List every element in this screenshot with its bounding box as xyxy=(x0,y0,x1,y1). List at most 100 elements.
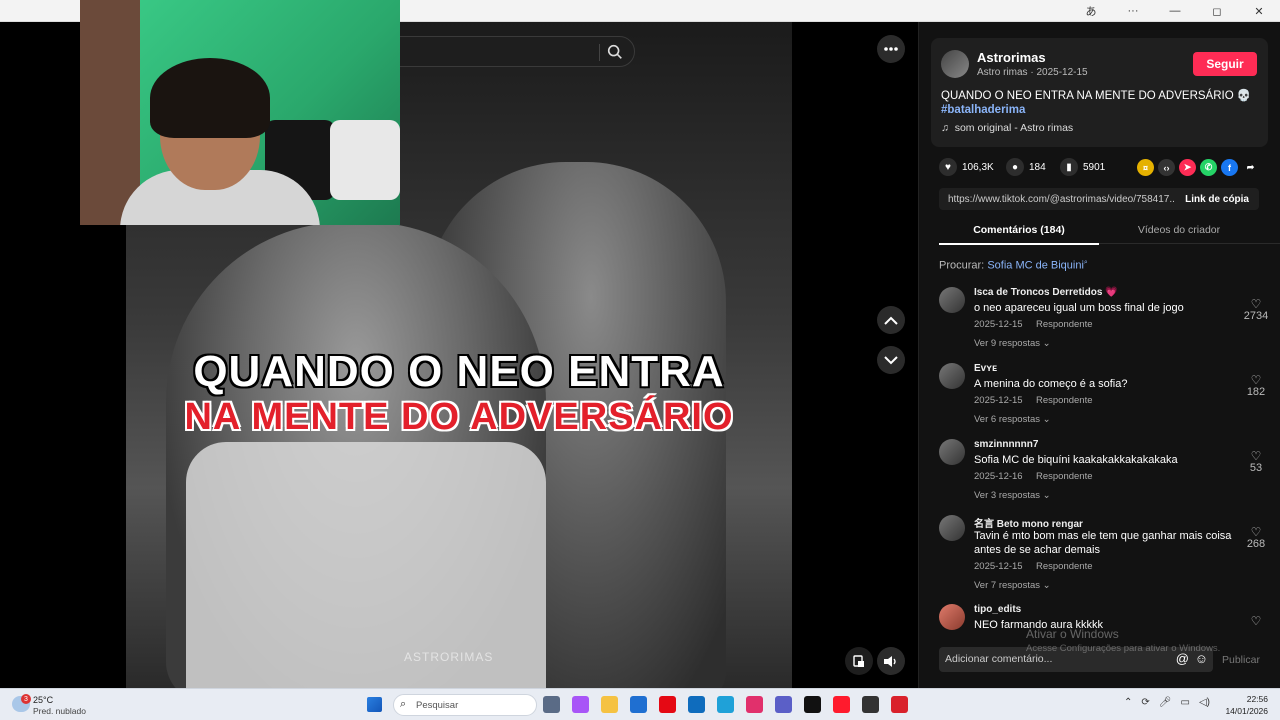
save-stat[interactable]: ▮ 5901 xyxy=(1060,158,1105,176)
screen: あ ··· — ◻ ✕ QUANDO O NEO ENTRA NA MENTE … xyxy=(0,0,1280,720)
facebook-icon[interactable]: f xyxy=(1221,159,1238,176)
minimize-button[interactable]: — xyxy=(1154,0,1196,22)
view-replies-button[interactable]: Ver 7 respostas ⌄ xyxy=(974,580,1051,591)
copy-link-button[interactable]: Link de cópia xyxy=(1185,194,1249,205)
view-replies-button[interactable]: Ver 9 respostas ⌄ xyxy=(974,338,1051,349)
save-count: 5901 xyxy=(1083,161,1106,173)
comment-like-count: 268 xyxy=(1246,538,1266,550)
comment-avatar[interactable] xyxy=(939,604,965,630)
clock[interactable]: 22:56 14/01/2026 xyxy=(1225,693,1268,717)
tab-creator-videos[interactable]: Vídeos do criador xyxy=(1099,224,1259,236)
tray-sync-icon[interactable]: ⟳ xyxy=(1141,697,1149,708)
next-video-button[interactable] xyxy=(877,346,905,374)
opera-icon[interactable] xyxy=(833,696,850,713)
video-caption-line2: NA MENTE DO ADVERSÁRIO xyxy=(184,396,734,438)
follow-button[interactable]: Seguir xyxy=(1193,52,1257,76)
tiktok-icon[interactable] xyxy=(804,696,821,713)
outlook-icon[interactable] xyxy=(688,696,705,713)
taskbar-search-placeholder: Pesquisar xyxy=(416,700,459,711)
search-divider xyxy=(599,44,600,61)
clock-time: 22:56 xyxy=(1246,694,1268,704)
comment-user[interactable]: Isca de Troncos Derretidos 💗 xyxy=(974,287,1118,298)
like-stat[interactable]: ♥ 106,3K xyxy=(939,158,994,176)
comment-like[interactable]: ♡ 268 xyxy=(1243,526,1269,550)
comment-like[interactable]: ♡ 53 xyxy=(1243,450,1269,474)
author-name[interactable]: Astrorimas xyxy=(977,50,1046,65)
comment-like[interactable]: ♡ 2734 xyxy=(1243,298,1269,322)
hashtag-link[interactable]: #batalhaderima xyxy=(941,104,1025,116)
stats-row: ♥ 106,3K ● 184 ▮ 5901 ¤ ‹› ➤ ✆ f ➦ xyxy=(939,158,1269,178)
suggestion-term[interactable]: Sofia MC de Biquini xyxy=(987,260,1084,272)
store-icon[interactable] xyxy=(630,696,647,713)
comment-input-placeholder: Adicionar comentário... xyxy=(945,653,1053,665)
reply-button[interactable]: Respondente xyxy=(1036,319,1093,330)
display-icon[interactable]: ▭ xyxy=(1180,697,1189,708)
previous-video-button[interactable] xyxy=(877,306,905,334)
coin-icon[interactable]: ¤ xyxy=(1137,159,1154,176)
comment-avatar[interactable] xyxy=(939,287,965,313)
comment-avatar[interactable] xyxy=(939,363,965,389)
more-options-button[interactable] xyxy=(877,35,905,63)
activation-watermark-text: Acesse Configurações para ativar o Windo… xyxy=(1026,643,1221,654)
teams-icon[interactable] xyxy=(775,696,792,713)
picture-in-picture-button[interactable] xyxy=(845,647,873,675)
video-description: QUANDO O NEO ENTRA NA MENTE DO ADVERSÁRI… xyxy=(941,89,1261,117)
comment-list: Isca de Troncos Derretidos 💗 o neo apare… xyxy=(939,284,1269,630)
comment-like[interactable]: ♡ xyxy=(1243,615,1269,627)
task-view-icon[interactable] xyxy=(543,696,560,713)
microphone-icon[interactable]: 🎤︎ xyxy=(1159,697,1172,708)
comment-user[interactable]: smzinnnnnn7 xyxy=(974,439,1038,450)
embed-icon[interactable]: ‹› xyxy=(1158,159,1175,176)
volume-button[interactable] xyxy=(877,647,905,675)
tray-chevron-icon[interactable]: ⌃ xyxy=(1124,697,1132,708)
tab-comments[interactable]: Comentários (184) xyxy=(939,224,1099,245)
search-suggestion[interactable]: Procurar: Sofia MC de Biquini⌕ xyxy=(939,259,1088,272)
video-url[interactable]: https://www.tiktok.com/@astrorimas/video… xyxy=(948,194,1174,205)
comment-date: 2025-12-15 xyxy=(974,561,1023,572)
file-explorer-icon[interactable] xyxy=(601,696,618,713)
music-row[interactable]: ♫ som original - Astro rimas xyxy=(941,122,1073,134)
more-options-icon[interactable]: ··· xyxy=(1112,0,1154,22)
comment-text: Tavin é mto bom mas ele tem que ganhar m… xyxy=(974,530,1232,556)
translate-icon[interactable]: あ xyxy=(1070,0,1112,22)
author-avatar[interactable] xyxy=(941,50,969,78)
copilot-icon[interactable] xyxy=(572,696,589,713)
comment-avatar[interactable] xyxy=(939,515,965,541)
reply-button[interactable]: Respondente xyxy=(1036,471,1093,482)
publish-button[interactable]: Publicar xyxy=(1222,654,1260,666)
description-text: QUANDO O NEO ENTRA NA MENTE DO ADVERSÁRI… xyxy=(941,90,1252,102)
heart-outline-icon: ♡ xyxy=(1250,373,1262,387)
reply-button[interactable]: Respondente xyxy=(1036,395,1093,406)
comment-user[interactable]: Evʏᴇ xyxy=(974,363,997,374)
maximize-button[interactable]: ◻ xyxy=(1196,0,1238,22)
instagram-icon[interactable] xyxy=(746,696,763,713)
webcam-wall xyxy=(80,0,140,225)
share-icons: ¤ ‹› ➤ ✆ f ➦ xyxy=(1137,159,1259,176)
comment-avatar[interactable] xyxy=(939,439,965,465)
volume-icon[interactable]: ◁) xyxy=(1199,697,1210,708)
view-replies-button[interactable]: Ver 3 respostas ⌄ xyxy=(974,490,1051,501)
recorder-icon[interactable] xyxy=(891,696,908,713)
search-icon[interactable] xyxy=(606,43,624,61)
comment-user[interactable]: tipo_edits xyxy=(974,604,1021,615)
window-controls: あ ··· — ◻ ✕ xyxy=(1070,0,1280,22)
heart-icon: ♥ xyxy=(939,158,957,176)
reply-button[interactable]: Respondente xyxy=(1036,561,1093,572)
send-icon[interactable]: ➤ xyxy=(1179,159,1196,176)
app-icon[interactable] xyxy=(862,696,879,713)
comment-like-count: 53 xyxy=(1249,462,1263,474)
windows-start-icon[interactable] xyxy=(367,697,382,712)
close-button[interactable]: ✕ xyxy=(1238,0,1280,22)
netflix-icon[interactable] xyxy=(659,696,676,713)
comment-stat[interactable]: ● 184 xyxy=(1006,158,1046,176)
view-replies-button[interactable]: Ver 6 respostas ⌄ xyxy=(974,414,1051,425)
edge-icon[interactable] xyxy=(717,696,734,713)
activation-watermark-title: Ativar o Windows xyxy=(1026,627,1119,641)
share-arrow-icon[interactable]: ➦ xyxy=(1242,159,1259,176)
heart-outline-icon: ♡ xyxy=(1250,614,1262,628)
whatsapp-icon[interactable]: ✆ xyxy=(1200,159,1217,176)
weather-widget[interactable]: 3 25°C Pred. nublado xyxy=(10,694,100,716)
comment-user[interactable]: 名言 Beto mono rengar xyxy=(974,515,1083,530)
comment-like[interactable]: ♡ 182 xyxy=(1243,374,1269,398)
taskbar-search[interactable]: ⌕ Pesquisar xyxy=(393,694,537,716)
